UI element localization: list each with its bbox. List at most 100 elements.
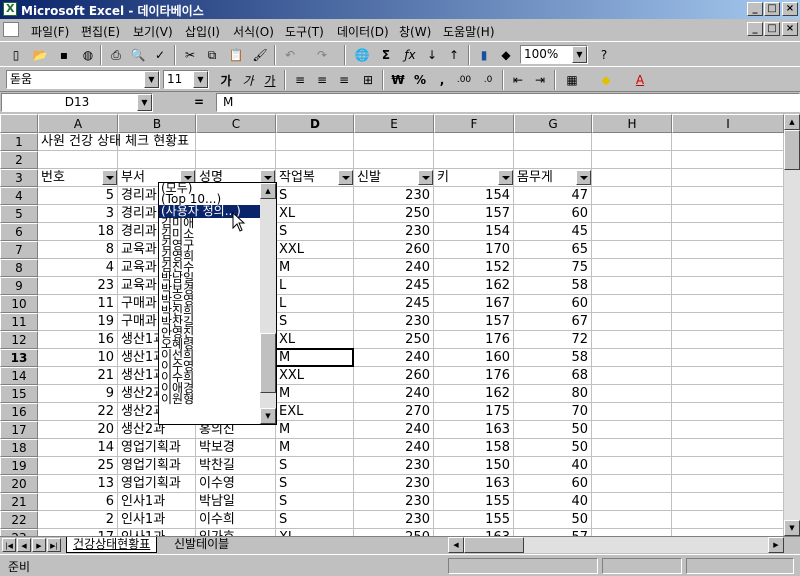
data-cell[interactable]: 245 — [354, 277, 434, 295]
menu-help[interactable]: 도움말(H) — [443, 23, 495, 40]
font-size-select[interactable]: 11 ▼ — [163, 70, 209, 89]
underline-button[interactable]: 가 — [260, 70, 280, 90]
data-cell[interactable]: 58 — [514, 349, 592, 367]
row-header-7[interactable]: 7 — [0, 241, 38, 259]
row-header-8[interactable]: 8 — [0, 259, 38, 277]
cell[interactable] — [592, 457, 672, 475]
cell[interactable] — [592, 439, 672, 457]
autofilter-dropdown[interactable]: (모두) (Top 10...) (사용자 정의...) 김미애 김미소 김영구 김영희 김진… — [158, 182, 277, 425]
data-cell[interactable]: 47 — [514, 187, 592, 205]
hyperlink-icon[interactable]: 🌐 — [352, 45, 372, 65]
maximize-button[interactable]: □ — [764, 2, 780, 16]
cell[interactable] — [672, 457, 784, 475]
data-cell[interactable]: 80 — [514, 385, 592, 403]
data-cell[interactable]: 230 — [354, 511, 434, 529]
cell[interactable] — [672, 511, 784, 529]
redo-icon[interactable]: ↷ — [312, 45, 332, 65]
cell[interactable] — [672, 223, 784, 241]
help-icon[interactable]: ? — [594, 45, 614, 65]
data-cell[interactable]: 11 — [38, 295, 118, 313]
cell[interactable] — [672, 169, 784, 187]
data-cell[interactable]: 175 — [434, 403, 514, 421]
data-cell[interactable]: XXL — [276, 367, 354, 385]
data-cell[interactable]: 270 — [354, 403, 434, 421]
column-header-i[interactable]: I — [672, 114, 784, 133]
data-cell[interactable]: 68 — [514, 367, 592, 385]
excel-app-icon[interactable] — [3, 2, 17, 16]
data-cell[interactable]: S — [276, 493, 354, 511]
doc-minimize-button[interactable]: _ — [747, 22, 763, 36]
cell[interactable] — [276, 151, 354, 169]
data-cell[interactable]: 5 — [38, 187, 118, 205]
data-cell[interactable]: 250 — [354, 331, 434, 349]
data-cell[interactable]: M — [276, 385, 354, 403]
cell[interactable] — [592, 241, 672, 259]
data-cell[interactable]: 18 — [38, 223, 118, 241]
cell[interactable] — [592, 295, 672, 313]
data-cell[interactable]: S — [276, 223, 354, 241]
cell[interactable] — [592, 331, 672, 349]
data-cell[interactable]: XL — [276, 529, 354, 536]
save-icon[interactable]: ▪ — [54, 45, 74, 65]
data-cell[interactable]: 박남일 — [196, 493, 276, 511]
scroll-up-icon[interactable]: ▲ — [784, 114, 800, 130]
cell[interactable] — [592, 385, 672, 403]
data-cell[interactable]: 6 — [38, 493, 118, 511]
column-header-f[interactable]: F — [434, 114, 514, 133]
data-cell[interactable]: 158 — [434, 439, 514, 457]
data-cell[interactable]: 45 — [514, 223, 592, 241]
data-cell[interactable]: 176 — [434, 331, 514, 349]
column-header-e[interactable]: E — [354, 114, 434, 133]
autofilter-button[interactable] — [102, 170, 117, 185]
formula-equals-icon[interactable]: = — [194, 95, 204, 109]
data-cell[interactable]: 인사1과 — [118, 493, 196, 511]
row-header-12[interactable]: 12 — [0, 331, 38, 349]
undo-icon[interactable]: ↶ — [280, 45, 300, 65]
data-cell[interactable]: 40 — [514, 493, 592, 511]
data-cell[interactable]: 인사1과 — [118, 529, 196, 536]
new-icon[interactable]: ▯ — [6, 45, 26, 65]
cell[interactable] — [672, 277, 784, 295]
data-cell[interactable]: 58 — [514, 277, 592, 295]
name-box[interactable]: D13 ▼ — [1, 93, 153, 112]
open-icon[interactable]: 📂 — [30, 45, 50, 65]
menu-format[interactable]: 서식(O) — [233, 23, 274, 40]
row-header-15[interactable]: 15 — [0, 385, 38, 403]
row-header-17[interactable]: 17 — [0, 421, 38, 439]
increase-decimal-icon[interactable]: .00 — [454, 70, 474, 90]
data-cell[interactable]: 152 — [434, 259, 514, 277]
cell[interactable] — [592, 187, 672, 205]
cell[interactable] — [672, 349, 784, 367]
data-cell[interactable]: 3 — [38, 205, 118, 223]
data-cell[interactable]: 인사1과 — [118, 511, 196, 529]
data-cell[interactable]: 160 — [434, 349, 514, 367]
chevron-down-icon[interactable]: ▼ — [193, 71, 208, 88]
cell[interactable] — [592, 151, 672, 169]
autofilter-button[interactable] — [576, 170, 591, 185]
cell[interactable] — [592, 277, 672, 295]
font-name-select[interactable]: 돋움 ▼ — [6, 70, 160, 89]
cell[interactable] — [672, 385, 784, 403]
currency-button[interactable]: ₩ — [388, 70, 408, 90]
comma-button[interactable]: , — [432, 70, 452, 90]
cell[interactable] — [672, 241, 784, 259]
row-header-11[interactable]: 11 — [0, 313, 38, 331]
cell[interactable] — [672, 133, 784, 151]
cell[interactable] — [672, 187, 784, 205]
data-cell[interactable]: 240 — [354, 439, 434, 457]
cell[interactable] — [672, 205, 784, 223]
row-header-16[interactable]: 16 — [0, 403, 38, 421]
menu-data[interactable]: 데이터(D) — [337, 23, 389, 40]
cell[interactable] — [592, 403, 672, 421]
borders-icon[interactable]: ▦ — [562, 70, 582, 90]
cell[interactable] — [38, 151, 118, 169]
doc-restore-button[interactable]: □ — [764, 22, 780, 36]
sheet-tab-shoe-table[interactable]: 신발테이블 — [168, 537, 235, 553]
sort-ascending-icon[interactable]: ↓ — [422, 45, 442, 65]
italic-button[interactable]: 가 — [238, 70, 258, 90]
decrease-indent-icon[interactable]: ⇤ — [508, 70, 528, 90]
formula-input[interactable]: M — [216, 93, 800, 112]
data-cell[interactable]: 14 — [38, 439, 118, 457]
data-cell[interactable]: 19 — [38, 313, 118, 331]
autofilter-button[interactable] — [338, 170, 353, 185]
